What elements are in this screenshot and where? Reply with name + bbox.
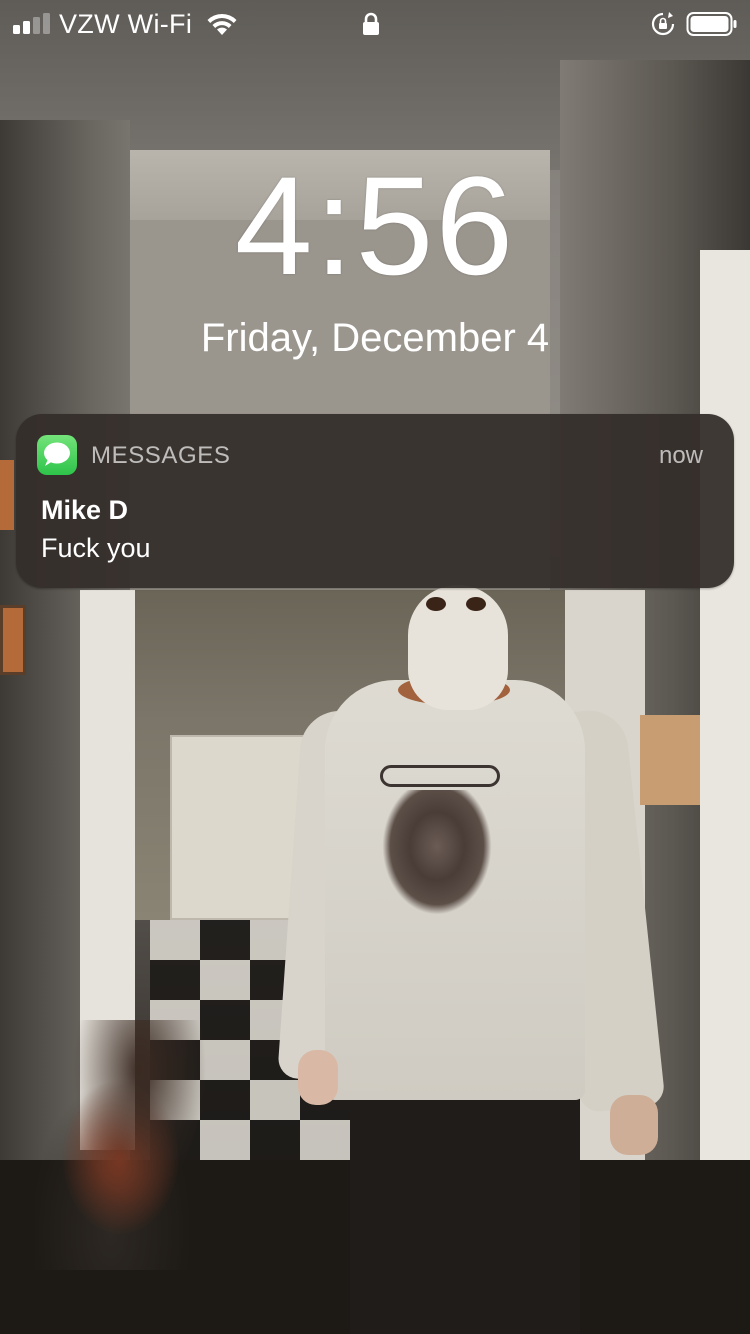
lock-screen-time: 4:56 — [234, 147, 516, 304]
shirt-logo — [380, 765, 500, 787]
notification-time: now — [658, 442, 703, 469]
wallpaper-masked-figure — [277, 585, 680, 1334]
battery-icon — [686, 12, 737, 36]
mask-eye — [466, 597, 486, 611]
notification-app-name: MESSAGES — [91, 442, 231, 469]
wallpaper-shoes — [35, 1020, 225, 1270]
wifi-icon — [207, 13, 237, 35]
figure-hand — [298, 1050, 338, 1105]
signal-bars-icon — [13, 13, 51, 34]
figure-pants — [350, 1090, 580, 1334]
notification-message: Fuck you — [41, 533, 151, 563]
figure-hand — [610, 1095, 658, 1155]
wallpaper-picture-frame — [0, 605, 26, 675]
notification-sender: Mike D — [41, 495, 129, 525]
shirt-graphic — [382, 790, 492, 915]
messages-notification[interactable]: MESSAGES now Mike D Fuck you — [16, 414, 734, 588]
status-bar: VZW Wi-Fi — [0, 0, 750, 48]
lock-icon — [363, 12, 379, 35]
mask-eye — [426, 597, 446, 611]
lock-screen-date: Friday, December 4 — [200, 316, 550, 360]
carrier-label: VZW Wi-Fi — [59, 9, 193, 39]
messages-app-icon — [37, 435, 77, 475]
wallpaper-picture-frame — [0, 460, 14, 530]
figure-mask — [408, 585, 508, 710]
rotation-lock-icon — [651, 12, 675, 36]
